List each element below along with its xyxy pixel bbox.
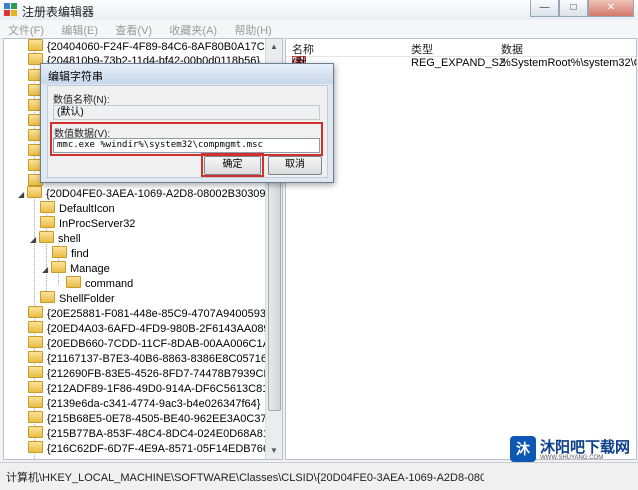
column-header-name[interactable]: 名称 [292,41,314,57]
menu-bar: 文件(F) 编辑(E) 查看(V) 收藏夹(A) 帮助(H) [0,20,638,39]
menu-view[interactable]: 查看(V) [107,20,158,38]
folder-icon [40,216,55,228]
folder-open-icon [27,186,42,198]
folder-open-icon [51,261,66,273]
registry-path: 计算机\HKEY_LOCAL_MACHINE\SOFTWARE\Classes\… [6,472,484,484]
tree-item[interactable]: InProcServer32 [40,216,135,230]
tree-item[interactable]: {215B77BA-853F-48C4-8DC4-024E0D68A812} [28,426,279,440]
list-row[interactable]: ab(默认) REG_EXPAND_SZ %SystemRoot%\system… [286,56,637,84]
column-header-type[interactable]: 类型 [411,41,433,57]
folder-icon [40,291,55,303]
tree-item[interactable]: {21167137-B7E3-40B6-8863-8386E8C05716} [28,351,271,365]
tree-item[interactable]: DefaultIcon [40,201,115,215]
dialog-title: 编辑字符串 [48,71,103,83]
dialog-title-bar: 编辑字符串 [41,64,333,84]
edit-string-dialog: 编辑字符串 数值名称(N): (默认) 数值数据(V): mmc.exe %wi… [40,63,334,183]
folder-icon [28,441,43,453]
tree-item-label: shell [58,233,81,245]
registry-values-pane[interactable]: 名称 类型 数据 ab(默认) REG_EXPAND_SZ %SystemRoo… [285,38,637,460]
highlight-box-data [50,122,323,156]
collapse-triangle-icon[interactable]: ◢ [18,188,27,202]
tree-item[interactable]: {216C62DF-6D7F-4E9A-8571-05F14EDB766A} [28,441,280,455]
tree-item-label: {20D04FE0-3AEA-1069-A2D8-08002B30309D} [46,188,278,200]
collapse-triangle-icon[interactable]: ◢ [42,263,51,277]
menu-favorites[interactable]: 收藏夹(A) [161,20,223,38]
tree-item-label: {212ADF89-1F86-49D0-914A-DF6C5613C81E} [47,383,280,395]
tree-item-label: {20ED4A03-6AFD-4FD9-980B-2F6143AA0892} [47,323,280,335]
tree-item[interactable]: ShellFolder [40,291,115,305]
tree-item-label: {215B68E5-0E78-4505-BE40-962EE3A0C379} [47,413,277,425]
tree-item[interactable]: {215B68E5-0E78-4505-BE40-962EE3A0C379} [28,411,276,425]
highlight-box-ok [201,153,264,177]
folder-icon [52,246,67,258]
tree-item-expanded[interactable]: ◢ shell [30,231,81,245]
tree-item-label: find [71,248,89,260]
value-name-field: (默认) [53,105,320,120]
folder-open-icon [39,231,54,243]
tree-item[interactable]: {20404060-F24F-4F89-84C6-8AF80B0A17C6} [28,39,274,53]
column-header-data[interactable]: 数据 [501,41,523,57]
scroll-up-icon[interactable]: ▲ [266,39,282,55]
tree-item-label: {20E25881-F081-448e-85C9-4707A9400593} [47,308,270,320]
scroll-down-icon[interactable]: ▼ [266,443,282,459]
tree-item-label: {20404060-F24F-4F89-84C6-8AF80B0A17C6} [47,41,275,53]
tree-item-expanded[interactable]: ◢ Manage [42,261,110,275]
folder-icon [28,381,43,393]
tree-item[interactable]: {2139e6da-c341-4774-9ac3-b4e026347f64} [28,396,260,410]
folder-icon [28,351,43,363]
folder-icon [28,411,43,423]
list-header: 名称 类型 数据 [286,39,636,57]
tree-item[interactable]: {20EDB660-7CDD-11CF-8DAB-00AA006C1A01} [28,336,283,350]
folder-icon [66,276,81,288]
tree-item-label: InProcServer32 [59,218,136,230]
folder-icon [28,39,43,51]
tree-item-label: ShellFolder [59,293,115,305]
tree-item-label: {216C62DF-6D7F-4E9A-8571-05F14EDB766A} [47,443,280,455]
menu-file[interactable]: 文件(F) [0,20,50,38]
folder-icon [40,201,55,213]
menu-edit[interactable]: 编辑(E) [53,20,104,38]
folder-icon [28,396,43,408]
tree-item-label: {212690FB-83E5-4526-8FD7-74478B7939CD} [47,368,276,380]
value-name-label: 数值名称(N): [53,95,110,106]
tree-item-label: {21167137-B7E3-40B6-8863-8386E8C05716} [47,353,271,365]
tree-item-label: {2139e6da-c341-4774-9ac3-b4e026347f64} [47,398,261,410]
tree-item-label: DefaultIcon [59,203,115,215]
regedit-app-icon [4,3,17,16]
collapse-triangle-icon[interactable]: ◢ [30,233,39,247]
value-type: REG_EXPAND_SZ [411,57,506,69]
tree-item-label: {20EDB660-7CDD-11CF-8DAB-00AA006C1A01} [47,338,283,350]
folder-icon [28,366,43,378]
tree-item-selected[interactable]: command [66,276,133,290]
dialog-body: 数值名称(N): (默认) 数值数据(V): mmc.exe %windir%\… [47,85,328,178]
tree-item[interactable]: find [52,246,89,260]
status-bar: 计算机\HKEY_LOCAL_MACHINE\SOFTWARE\Classes\… [0,462,638,490]
tree-item-label: {215B77BA-853F-48C4-8DC4-024E0D68A812} [47,428,279,440]
tree-item[interactable]: {20ED4A03-6AFD-4FD9-980B-2F6143AA0892} [28,321,279,335]
watermark-subtext: WWW.SHUYANG.COM [540,455,604,461]
menu-help[interactable]: 帮助(H) [226,20,277,38]
folder-icon [28,336,43,348]
folder-icon [28,306,43,318]
folder-icon [28,321,43,333]
close-button[interactable]: ✕ [588,0,634,17]
tree-item[interactable]: {212ADF89-1F86-49D0-914A-DF6C5613C81E} [28,381,279,395]
value-data: %SystemRoot%\system32\Cor [501,57,637,69]
title-bar: 注册表编辑器 — □ ✕ [0,0,638,21]
minimize-button[interactable]: — [530,0,559,17]
tree-item-label: command [85,278,134,290]
watermark-logo-icon: 沐 [510,436,536,462]
window-title: 注册表编辑器 [22,5,95,19]
folder-icon [28,426,43,438]
tree-item-label: Manage [70,263,110,275]
watermark-text: 沐阳吧下载网 [540,439,631,456]
maximize-button[interactable]: □ [559,0,588,17]
tree-item-expanded[interactable]: ◢ {20D04FE0-3AEA-1069-A2D8-08002B30309D} [18,186,277,200]
tree-item[interactable]: {212690FB-83E5-4526-8FD7-74478B7939CD} [28,366,275,380]
tree-item[interactable]: {20E25881-F081-448e-85C9-4707A9400593} [28,306,270,320]
watermark: 沐 沐阳吧下载网 WWW.SHUYANG.COM [510,434,630,466]
cancel-button[interactable]: 取消 [268,156,322,175]
